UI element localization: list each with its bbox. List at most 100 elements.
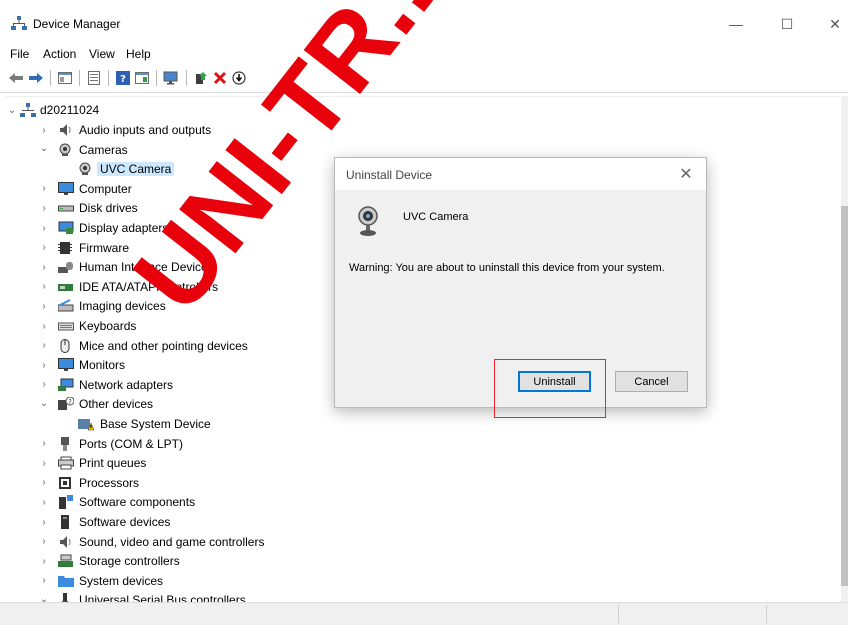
chevron-right-icon[interactable]: › <box>39 556 49 567</box>
mouse-icon <box>58 338 74 353</box>
tree-item-label: Firmware <box>79 240 129 255</box>
disk-drive-icon <box>58 201 74 215</box>
disable-device-icon[interactable] <box>230 70 248 86</box>
tree-item-label: UVC Camera <box>97 162 175 177</box>
chevron-right-icon[interactable]: › <box>39 281 49 292</box>
tree-item-label: Print queues <box>79 456 147 471</box>
menu-file[interactable]: File <box>10 47 29 61</box>
tree-item-label: Audio inputs and outputs <box>79 123 212 137</box>
scrollbar-thumb[interactable] <box>841 206 848 586</box>
tree-item-label: Imaging devices <box>79 299 166 314</box>
tree-item-label: Network adapters <box>79 377 174 392</box>
status-bar <box>0 602 848 625</box>
tree-item-label: IDE ATA/ATAPI controllers <box>79 279 219 294</box>
tree-item-label: Cameras <box>79 142 128 157</box>
hid-icon <box>58 260 74 274</box>
dialog-title-bar: Uninstall Device ✕ <box>335 158 706 190</box>
chevron-right-icon[interactable]: › <box>39 575 49 586</box>
tree-category[interactable]: › Software devices <box>5 513 405 532</box>
chevron-down-icon[interactable]: ⌄ <box>39 143 49 154</box>
chevron-right-icon[interactable]: › <box>39 517 49 528</box>
tree-category[interactable]: › Storage controllers <box>5 552 405 571</box>
back-arrow-icon[interactable] <box>7 70 25 86</box>
monitor-icon <box>58 181 74 196</box>
speaker-icon <box>58 535 74 549</box>
svg-text:?: ? <box>68 398 72 406</box>
menu-help[interactable]: Help <box>126 47 151 61</box>
chevron-right-icon[interactable]: › <box>39 125 49 136</box>
chevron-right-icon[interactable]: › <box>39 379 49 390</box>
processor-icon <box>58 476 74 490</box>
chevron-right-icon[interactable]: › <box>39 497 49 508</box>
chevron-right-icon[interactable]: › <box>39 223 49 234</box>
cancel-button[interactable]: Cancel <box>615 371 688 392</box>
tree-item-label: Processors <box>79 475 140 490</box>
tree-item-label: Monitors <box>79 358 126 373</box>
tree-root-label: d20211024 <box>40 103 100 117</box>
chevron-down-icon[interactable]: ⌄ <box>7 105 17 116</box>
firmware-icon <box>58 241 74 255</box>
tree-item-label: Other devices <box>79 397 154 412</box>
tree-item-label: Base System Device <box>100 417 211 431</box>
tree-item-label: Display adapters <box>79 221 169 235</box>
tree-category[interactable]: › Audio inputs and outputs <box>5 121 405 140</box>
tree-item-label: System devices <box>79 573 164 588</box>
vertical-scrollbar[interactable] <box>841 96 848 602</box>
maximize-button[interactable]: ☐ <box>767 10 807 38</box>
chevron-right-icon[interactable]: › <box>39 477 49 488</box>
action-pane-icon[interactable] <box>133 70 151 86</box>
chevron-down-icon[interactable]: ⌄ <box>39 398 49 409</box>
chevron-right-icon[interactable]: › <box>39 183 49 194</box>
software-component-icon <box>58 495 74 510</box>
chevron-right-icon[interactable]: › <box>39 262 49 273</box>
chevron-right-icon[interactable]: › <box>39 458 49 469</box>
device-name: UVC Camera <box>403 211 469 223</box>
system-folder-icon <box>58 574 74 588</box>
scan-hardware-icon[interactable] <box>162 70 180 86</box>
chevron-right-icon[interactable]: › <box>39 438 49 449</box>
webcam-icon <box>357 204 379 238</box>
window-title: Device Manager <box>33 17 121 31</box>
uninstall-highlight-annotation <box>494 359 606 418</box>
dialog-close-button[interactable]: ✕ <box>675 164 697 184</box>
uninstall-device-icon[interactable] <box>211 70 229 86</box>
tree-root[interactable]: ⌄ d20211024 <box>5 101 405 120</box>
webcam-icon <box>78 162 94 176</box>
help-icon[interactable]: ? <box>114 70 132 86</box>
tree-category[interactable]: › Ports (COM & LPT) <box>5 435 405 454</box>
printer-icon <box>58 456 74 470</box>
dialog-title: Uninstall Device <box>346 168 433 182</box>
minimize-button[interactable]: — <box>716 10 756 38</box>
close-button[interactable]: ✕ <box>815 10 848 38</box>
tree-category[interactable]: › Sound, video and game controllers <box>5 533 405 552</box>
chevron-right-icon[interactable]: › <box>39 321 49 332</box>
properties-icon[interactable] <box>85 70 103 86</box>
tree-item-label: Sound, video and game controllers <box>79 534 265 549</box>
show-hide-console-tree-icon[interactable] <box>56 70 74 86</box>
storage-controller-icon <box>58 554 74 568</box>
warning-text: Warning: You are about to uninstall this… <box>349 262 665 274</box>
camera-icon <box>58 143 74 157</box>
tree-category[interactable]: › Processors <box>5 474 405 493</box>
computer-tree-icon <box>20 103 36 117</box>
speaker-icon <box>58 123 74 137</box>
scanner-icon <box>57 299 74 313</box>
chevron-right-icon[interactable]: › <box>39 340 49 351</box>
tree-category[interactable]: › System devices <box>5 572 405 591</box>
menu-view[interactable]: View <box>89 47 115 61</box>
chevron-right-icon[interactable]: › <box>39 301 49 312</box>
chevron-right-icon[interactable]: › <box>39 536 49 547</box>
chevron-right-icon[interactable]: › <box>39 242 49 253</box>
software-device-icon <box>58 515 74 529</box>
update-driver-icon[interactable] <box>192 70 210 86</box>
menu-action[interactable]: Action <box>43 47 76 61</box>
title-bar: Device Manager — ☐ ✕ <box>0 0 848 44</box>
tree-item-label: Software devices <box>79 515 171 529</box>
tree-category[interactable]: › Print queues <box>5 454 405 473</box>
tree-category[interactable]: › Software components <box>5 493 405 512</box>
chevron-right-icon[interactable]: › <box>39 203 49 214</box>
tree-child-item[interactable]: Base System Device <box>5 415 405 434</box>
forward-arrow-icon[interactable] <box>27 70 45 86</box>
tree-item-label: Keyboards <box>79 319 137 333</box>
chevron-right-icon[interactable]: › <box>39 360 49 371</box>
